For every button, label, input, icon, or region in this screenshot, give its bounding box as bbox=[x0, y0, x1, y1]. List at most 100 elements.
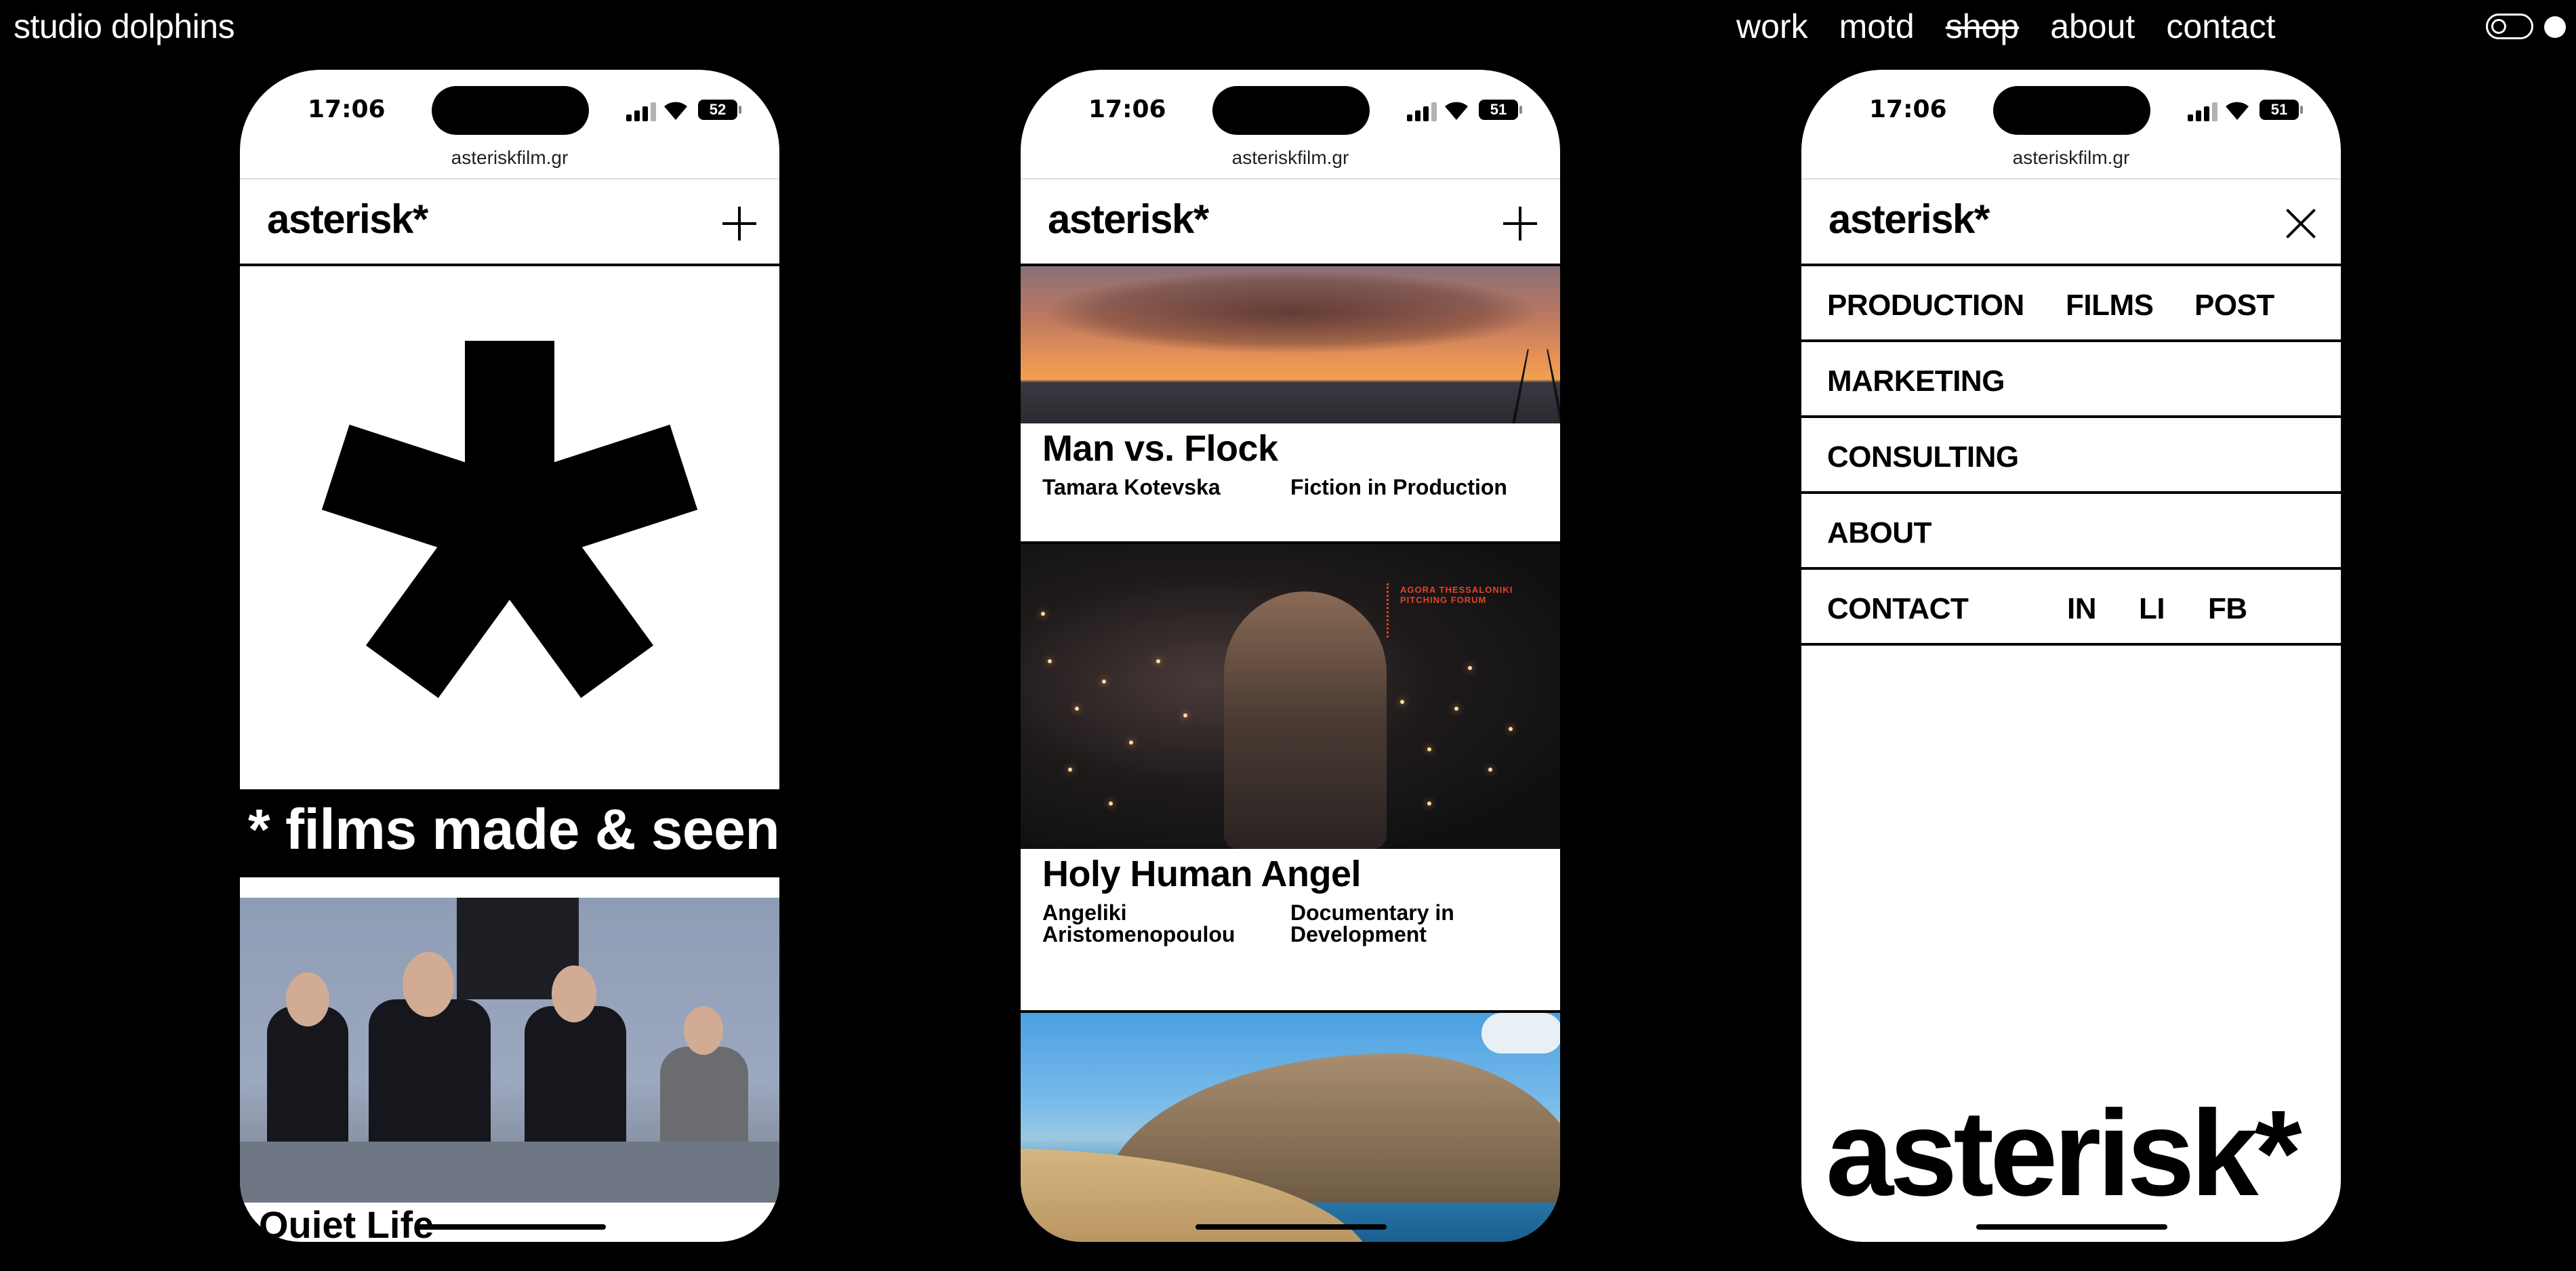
menu-row: MARKETING bbox=[1801, 342, 2341, 418]
home-indicator bbox=[1976, 1224, 2167, 1230]
divider bbox=[1021, 178, 1560, 180]
menu-item-contact[interactable]: CONTACT bbox=[1827, 592, 1969, 626]
figure bbox=[369, 999, 491, 1162]
film-still-image[interactable] bbox=[240, 898, 779, 1203]
menu-item-films[interactable]: FILMS bbox=[2066, 289, 2154, 322]
signal-icon bbox=[626, 102, 656, 121]
cloud bbox=[1481, 1013, 1560, 1054]
wifi-icon bbox=[664, 102, 687, 120]
power-tower bbox=[1505, 349, 1560, 423]
signal-icon bbox=[2188, 102, 2217, 121]
card-director: Tamara Kotevska bbox=[1042, 475, 1221, 499]
dynamic-island bbox=[432, 86, 589, 135]
social-instagram-link[interactable]: IN bbox=[2067, 592, 2097, 626]
battery-icon: 51 bbox=[1479, 100, 1522, 120]
site-logo[interactable]: asterisk* bbox=[267, 196, 428, 243]
marquee-banner: * films made & seen bbox=[240, 789, 779, 877]
figure bbox=[1224, 591, 1387, 849]
divider bbox=[1801, 178, 2341, 180]
footer-logo: asterisk* bbox=[1826, 1085, 2302, 1222]
dynamic-island bbox=[1993, 86, 2150, 135]
card-status: Fiction in Production bbox=[1290, 475, 1507, 499]
nav-work[interactable]: work bbox=[1736, 7, 1808, 46]
toggle-knob bbox=[2491, 19, 2506, 34]
url-bar[interactable]: asteriskfilm.gr bbox=[240, 147, 779, 169]
figure-head bbox=[286, 972, 329, 1026]
spark bbox=[1102, 680, 1106, 684]
spark bbox=[1468, 666, 1472, 670]
menu-item-marketing[interactable]: MARKETING bbox=[1827, 364, 2005, 398]
status-bar: 17:06 51 bbox=[1021, 70, 1560, 144]
url-bar[interactable]: asteriskfilm.gr bbox=[1801, 147, 2341, 169]
bird-flock bbox=[1048, 272, 1536, 353]
film-still-image[interactable] bbox=[1021, 1013, 1560, 1242]
home-indicator bbox=[415, 1224, 606, 1230]
site-title[interactable]: studio dolphins bbox=[14, 7, 235, 46]
spark bbox=[1400, 700, 1404, 704]
home-indicator bbox=[1195, 1224, 1387, 1230]
spark bbox=[1427, 747, 1431, 751]
card-title[interactable]: Quiet Life bbox=[259, 1203, 434, 1242]
spark bbox=[1048, 659, 1052, 663]
plus-icon[interactable] bbox=[1503, 207, 1537, 241]
figure bbox=[267, 1006, 348, 1155]
menu-item-production[interactable]: PRODUCTION bbox=[1827, 289, 2024, 322]
social-facebook-link[interactable]: FB bbox=[2208, 592, 2247, 626]
divider bbox=[240, 178, 779, 180]
phone-mockup-home: 17:06 52 asteriskfilm.gr asterisk* * fil… bbox=[240, 70, 779, 1242]
figure bbox=[525, 1006, 626, 1162]
spark bbox=[1156, 659, 1160, 663]
theme-dot-icon[interactable] bbox=[2544, 16, 2566, 38]
wifi-icon bbox=[2226, 102, 2249, 120]
spark bbox=[1068, 768, 1072, 772]
url-bar[interactable]: asteriskfilm.gr bbox=[1021, 147, 1560, 169]
spark bbox=[1427, 801, 1431, 806]
signal-icon bbox=[1407, 102, 1437, 121]
nav-about[interactable]: about bbox=[2050, 7, 2135, 46]
battery-icon: 51 bbox=[2260, 100, 2303, 120]
status-time: 17:06 bbox=[1088, 96, 1166, 123]
divider bbox=[1801, 643, 2341, 646]
status-time: 17:06 bbox=[308, 96, 386, 123]
spark bbox=[1509, 727, 1513, 731]
dynamic-island bbox=[1212, 86, 1370, 135]
status-bar: 17:06 52 bbox=[240, 70, 779, 144]
figure-head bbox=[684, 1006, 723, 1055]
nav-contact[interactable]: contact bbox=[2166, 7, 2275, 46]
card-director: Angeliki Aristomenopoulou bbox=[1042, 900, 1235, 946]
figure-head bbox=[552, 965, 596, 1022]
figure-head bbox=[403, 952, 454, 1017]
main-nav: work motd shop about contact bbox=[1736, 7, 2276, 46]
nav-motd[interactable]: motd bbox=[1839, 7, 1915, 46]
card-title[interactable]: Holy Human Angel bbox=[1042, 853, 1362, 895]
spark bbox=[1075, 707, 1079, 711]
card-status: Documentary in Development bbox=[1290, 900, 1454, 946]
spark bbox=[1183, 713, 1187, 717]
social-linkedin-link[interactable]: LI bbox=[2139, 592, 2165, 626]
phone-mockup-films: 17:06 51 asteriskfilm.gr asterisk* Man v… bbox=[1021, 70, 1560, 1242]
card-title[interactable]: Man vs. Flock bbox=[1042, 428, 1278, 470]
site-logo[interactable]: asterisk* bbox=[1048, 196, 1209, 243]
menu-row: ABOUT bbox=[1801, 494, 2341, 570]
menu-row: PRODUCTION FILMS POST bbox=[1801, 266, 2341, 342]
spark bbox=[1041, 612, 1045, 616]
menu-row: CONTACT IN LI FB bbox=[1801, 570, 2341, 646]
menu-row: CONSULTING bbox=[1801, 418, 2341, 494]
site-logo[interactable]: asterisk* bbox=[1828, 196, 1990, 243]
phone-mockup-menu: 17:06 51 asteriskfilm.gr asterisk* PRODU… bbox=[1801, 70, 2341, 1242]
nav-shop[interactable]: shop bbox=[1946, 7, 2019, 46]
menu-item-consulting[interactable]: CONSULTING bbox=[1827, 440, 2019, 474]
theme-toggle[interactable] bbox=[2486, 14, 2533, 39]
battery-icon: 52 bbox=[698, 100, 741, 120]
spark bbox=[1109, 801, 1113, 806]
film-still-image[interactable]: AGORA THESSALONIKI PITCHING FORUM bbox=[1021, 544, 1560, 849]
film-still-image[interactable] bbox=[1021, 266, 1560, 423]
menu-item-post[interactable]: POST bbox=[2194, 289, 2274, 322]
spark bbox=[1488, 768, 1492, 772]
spark bbox=[1129, 741, 1133, 745]
close-icon[interactable] bbox=[2284, 207, 2318, 241]
plus-icon[interactable] bbox=[722, 207, 756, 241]
agora-logo-icon bbox=[1387, 583, 1398, 638]
menu-item-about[interactable]: ABOUT bbox=[1827, 516, 1931, 550]
wifi-icon bbox=[1445, 102, 1468, 120]
